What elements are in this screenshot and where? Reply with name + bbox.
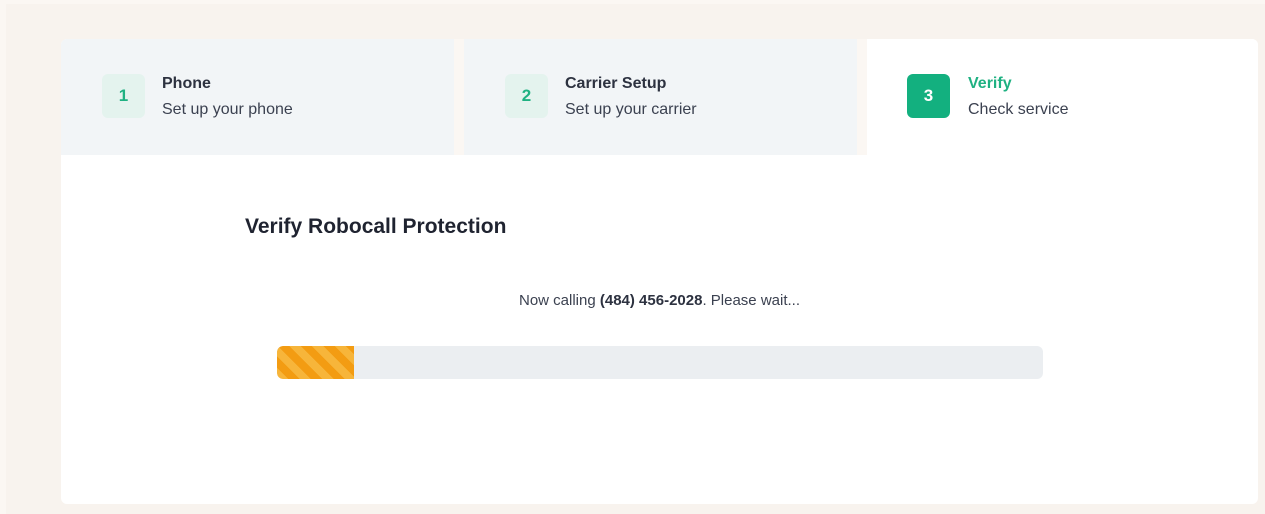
step-phone[interactable]: 1 Phone Set up your phone <box>61 39 454 155</box>
progress-bar <box>277 346 1043 379</box>
step-title: Carrier Setup <box>565 75 667 92</box>
status-message: Now calling (484) 456-2028. Please wait.… <box>61 292 1258 309</box>
step-title: Verify <box>968 75 1012 92</box>
step-verify[interactable]: 3 Verify Check service <box>867 39 1258 155</box>
wizard-card: 1 Phone Set up your phone 2 Carrier Setu… <box>61 39 1258 504</box>
status-suffix: . Please wait... <box>702 292 800 309</box>
status-prefix: Now calling <box>519 292 600 309</box>
step-title: Phone <box>162 75 211 92</box>
step-number-badge: 2 <box>505 74 548 118</box>
step-subtitle: Set up your carrier <box>565 101 697 118</box>
step-divider <box>857 39 867 155</box>
progress-fill <box>277 346 354 379</box>
stepper: 1 Phone Set up your phone 2 Carrier Setu… <box>61 39 1258 155</box>
step-subtitle: Check service <box>968 101 1069 118</box>
step-subtitle: Set up your phone <box>162 101 293 118</box>
step-divider <box>454 39 464 155</box>
phone-number: (484) 456-2028 <box>599 292 703 309</box>
step-number-badge: 3 <box>907 74 950 118</box>
step-carrier-setup[interactable]: 2 Carrier Setup Set up your carrier <box>464 39 857 155</box>
section-title: Verify Robocall Protection <box>245 215 507 238</box>
page-background: 1 Phone Set up your phone 2 Carrier Setu… <box>6 4 1265 514</box>
step-number-badge: 1 <box>102 74 145 118</box>
